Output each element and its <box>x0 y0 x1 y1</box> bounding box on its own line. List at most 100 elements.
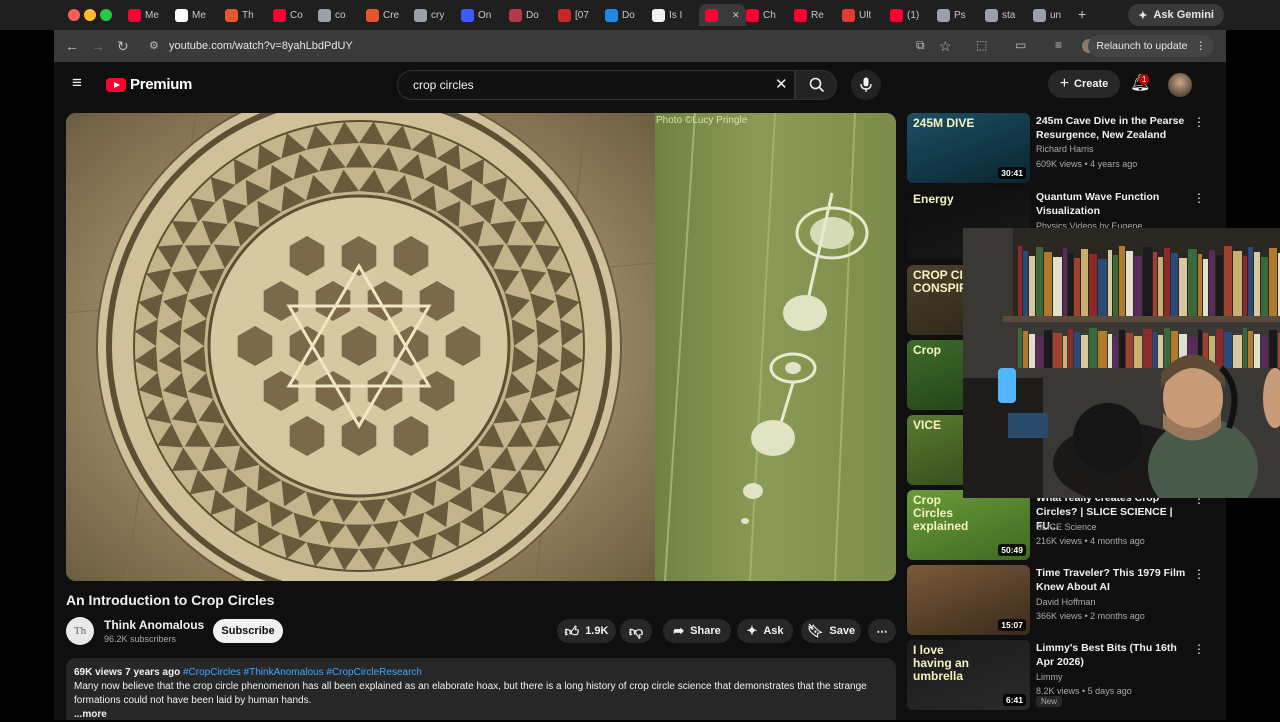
install-app-icon[interactable]: ⧉ <box>916 38 925 53</box>
video-thumbnail[interactable]: 15:07 <box>907 565 1030 635</box>
maximize-window-button[interactable] <box>100 9 112 21</box>
search-input[interactable]: crop circles <box>397 70 795 100</box>
relaunch-button[interactable]: Relaunch to update ⋮ <box>1088 35 1214 57</box>
bookmark-star-icon[interactable]: ☆ <box>939 38 952 55</box>
recommendation-channel[interactable]: SLICE Science <box>1036 522 1196 532</box>
more-options-icon[interactable]: ⋮ <box>1193 191 1205 205</box>
tab-label: sta <box>1002 9 1016 21</box>
close-window-button[interactable] <box>68 9 80 21</box>
subscribe-button[interactable]: Subscribe <box>213 619 283 643</box>
share-label: Share <box>690 625 721 637</box>
tab-favicon-icon <box>652 8 665 22</box>
browser-tab[interactable]: Me <box>128 4 159 26</box>
browser-tab[interactable]: Cre <box>366 4 399 26</box>
tab-favicon-icon <box>890 8 903 22</box>
hashtags[interactable]: #CropCircles #ThinkAnomalous #CropCircle… <box>183 667 422 678</box>
back-icon[interactable]: ← <box>65 38 79 54</box>
video-player[interactable]: Photo ©Lucy Pringle <box>66 113 896 581</box>
tab-favicon-icon <box>937 8 950 22</box>
clear-search-icon[interactable]: ✕ <box>775 75 788 93</box>
webcam-overlay <box>963 228 1280 498</box>
browser-tab[interactable]: Me <box>175 4 206 26</box>
more-options-icon[interactable]: ⋮ <box>1193 115 1205 129</box>
browser-tab[interactable]: Ch <box>746 4 776 26</box>
browser-tab[interactable]: [07 <box>558 4 589 26</box>
browser-tab[interactable]: Re <box>794 4 824 26</box>
browser-tab[interactable]: On <box>461 4 491 26</box>
recommendation-channel[interactable]: David Hoffman <box>1036 597 1196 607</box>
video-thumbnail[interactable]: Crop Circles explained 50:49 <box>907 490 1030 560</box>
browser-tab[interactable]: Is I <box>652 4 682 26</box>
thumbs-down-icon: 👎︎ <box>628 622 644 639</box>
more-options-icon[interactable]: ⋮ <box>1193 642 1205 656</box>
youtube-play-icon <box>106 77 126 92</box>
browser-tab[interactable]: Co <box>273 4 303 26</box>
tab-favicon-icon <box>273 8 286 22</box>
tab-favicon-icon <box>794 8 807 22</box>
browser-tab[interactable]: un <box>1033 4 1061 26</box>
account-avatar[interactable] <box>1168 73 1192 97</box>
menu-icon[interactable]: ≡ <box>72 73 82 93</box>
browser-tab[interactable]: Do <box>509 4 539 26</box>
browser-tab[interactable]: Do <box>605 4 635 26</box>
channel-avatar[interactable]: Th <box>66 617 94 645</box>
more-actions-button[interactable]: ⋯ <box>868 619 896 643</box>
browser-tab[interactable]: Ps <box>937 4 966 26</box>
youtube-header: ≡ Premium crop circles ✕ + Create 🔔︎ 1 <box>54 62 1226 108</box>
tab-label: Do <box>622 9 635 21</box>
ask-gemini-button[interactable]: ✦ Ask Gemini <box>1128 4 1224 26</box>
ask-button[interactable]: ✦ Ask <box>737 619 793 643</box>
plus-icon: + <box>1059 75 1070 92</box>
ask-label: Ask <box>763 625 784 637</box>
tab-favicon-icon <box>366 8 379 22</box>
forward-icon[interactable]: → <box>91 38 105 54</box>
tab-label: Me <box>192 9 206 21</box>
tab-favicon-icon <box>414 8 427 22</box>
description-box[interactable]: 69K views 7 years ago #CropCircles #Thin… <box>66 658 896 720</box>
recommendation-item[interactable]: 245M DIVE 30:41 245m Cave Dive in the Pear… <box>907 113 1207 183</box>
recommendation-title[interactable]: Quantum Wave Function Visualization <box>1036 190 1196 218</box>
recommendation-title[interactable]: 245m Cave Dive in the Pearse Resurgence,… <box>1036 114 1196 142</box>
dislike-button[interactable]: 👎︎ <box>620 619 652 643</box>
recommendation-item[interactable]: Crop Circles explained 50:49 What really c… <box>907 490 1207 560</box>
recommendation-title[interactable]: Limmy's Best Bits (Thu 16th Apr 2026) <box>1036 641 1196 669</box>
like-button[interactable]: 👍︎ 1.9K <box>557 619 616 643</box>
more-options-icon[interactable]: ⋮ <box>1193 567 1205 581</box>
search-button[interactable] <box>795 70 837 100</box>
ask-gemini-label: Ask Gemini <box>1153 9 1214 21</box>
browser-tab[interactable]: co <box>318 4 346 26</box>
reload-icon[interactable]: ↻ <box>117 38 129 55</box>
new-tab-button[interactable]: + <box>1078 6 1086 22</box>
share-button[interactable]: ➦ Share <box>663 619 731 643</box>
video-thumbnail[interactable]: I love having an umbrella 6:41 <box>907 640 1030 710</box>
recommendation-title[interactable]: Time Traveler? This 1979 Film Knew About… <box>1036 566 1196 594</box>
browser-tab[interactable]: sta <box>985 4 1015 26</box>
youtube-logo[interactable]: Premium <box>106 76 192 93</box>
browser-tab[interactable]: Th <box>225 4 254 26</box>
recommendation-meta: 8.2K views • 5 days ago <box>1036 686 1132 696</box>
recommendation-channel[interactable]: Limmy <box>1036 672 1196 682</box>
reading-list-icon[interactable]: ≡ <box>1055 38 1062 52</box>
crop-circle-aerial-left <box>66 113 656 581</box>
browser-tab[interactable]: Ult <box>842 4 871 26</box>
recommendation-item[interactable]: I love having an umbrella 6:41 Limmy's Bes… <box>907 640 1207 710</box>
cast-icon[interactable]: ▭ <box>1015 38 1026 52</box>
create-button[interactable]: + Create <box>1048 70 1120 98</box>
browser-tab[interactable]: (1) <box>890 4 919 26</box>
browser-tab[interactable]: cry <box>414 4 444 26</box>
recommendation-channel[interactable]: Richard Harris <box>1036 144 1196 154</box>
minimize-window-button[interactable] <box>84 9 96 21</box>
tab-favicon-icon <box>705 8 718 22</box>
video-thumbnail[interactable]: 245M DIVE 30:41 <box>907 113 1030 183</box>
browser-tab[interactable]: ✕ <box>699 4 746 26</box>
recommendation-item[interactable]: 15:07 Time Traveler? This 1979 Film Knew … <box>907 565 1207 635</box>
close-tab-icon[interactable]: ✕ <box>732 10 740 21</box>
extensions-icon[interactable]: ⬚ <box>976 38 987 52</box>
voice-search-button[interactable] <box>851 70 881 100</box>
channel-name[interactable]: Think Anomalous <box>104 618 204 632</box>
tab-favicon-icon <box>842 8 855 22</box>
save-button[interactable]: 🔖︎ Save <box>801 619 861 643</box>
address-bar[interactable]: youtube.com/watch?v=8yahLbdPdUY <box>169 40 353 52</box>
relaunch-label: Relaunch to update <box>1096 40 1188 52</box>
site-info-icon[interactable]: ⚙ <box>149 39 159 52</box>
